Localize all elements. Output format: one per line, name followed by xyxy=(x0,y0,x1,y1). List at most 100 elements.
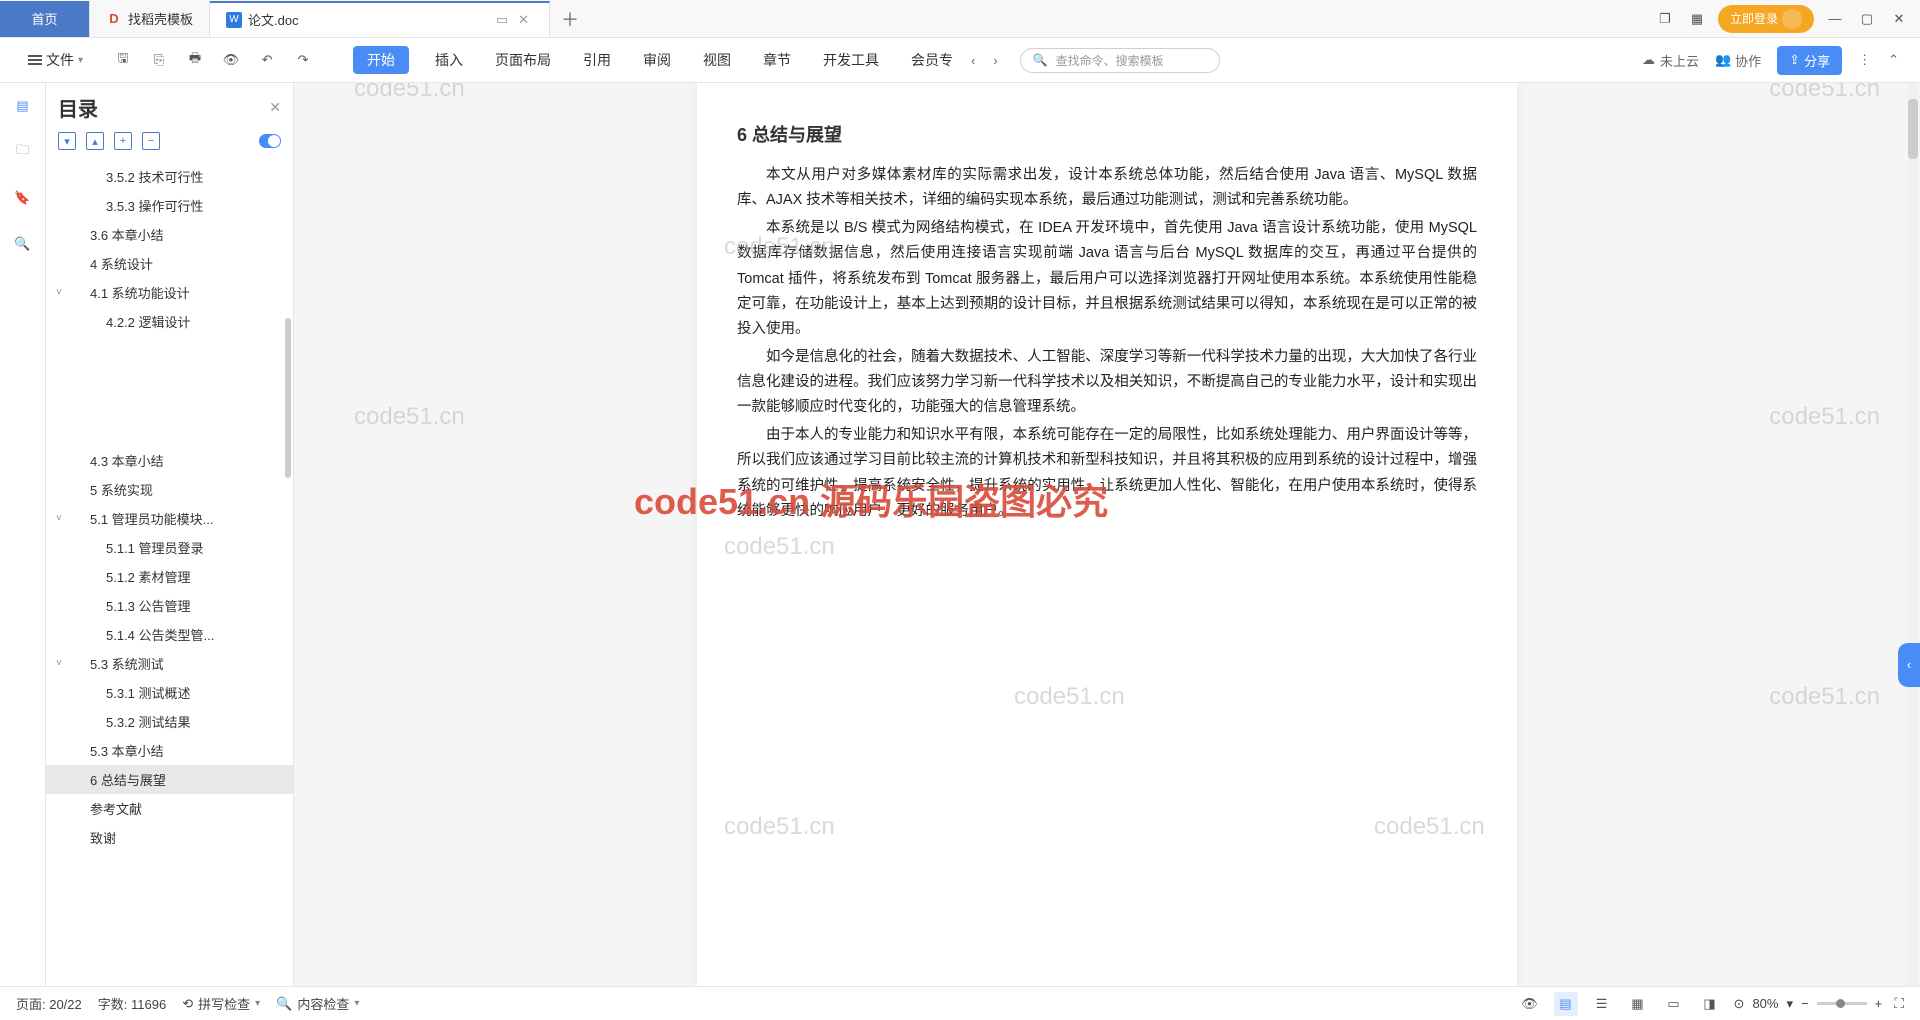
tab-layout[interactable]: 页面布局 xyxy=(489,46,557,74)
outline-item[interactable]: 5.1.1 管理员登录 xyxy=(46,533,293,562)
outline-item[interactable]: 4.3 本章小结 xyxy=(46,446,293,475)
outline-item[interactable]: 3.5.2 技术可行性 xyxy=(46,162,293,191)
outline-item-label: 4.1 系统功能设计 xyxy=(90,283,190,302)
chevron-down-icon[interactable]: ▾ xyxy=(1786,996,1793,1012)
outline-item[interactable]: ˅ 4.1 系统功能设计 xyxy=(46,278,293,307)
tab-insert[interactable]: 插入 xyxy=(429,46,469,74)
preview-icon[interactable]: 👁 xyxy=(219,48,243,72)
chevron-down-icon: ▾ xyxy=(354,998,359,1009)
zoom-slider[interactable] xyxy=(1817,1002,1867,1005)
undo-icon[interactable]: ↶ xyxy=(255,48,279,72)
outline-add-icon[interactable]: + xyxy=(114,132,132,150)
chevron-down-icon[interactable]: ˅ xyxy=(56,513,62,524)
tab-refs[interactable]: 引用 xyxy=(577,46,617,74)
tab-start[interactable]: 开始 xyxy=(353,46,409,74)
tab-template[interactable]: D 找稻壳模板 xyxy=(90,1,210,37)
share-icon: ⇪ xyxy=(1789,52,1800,68)
outline-item[interactable]: 5.3.2 测试结果 xyxy=(46,707,293,736)
save-icon[interactable]: 🖫 xyxy=(111,48,135,72)
outline-scrollbar[interactable] xyxy=(285,318,291,478)
zoom-control: ⊙ 80% ▾ − + xyxy=(1734,996,1883,1012)
spell-check-button[interactable]: ⟲ 拼写检查 ▾ xyxy=(182,994,260,1013)
outline-item[interactable]: 6 总结与展望 xyxy=(46,765,293,794)
page-view-icon[interactable]: ▤ xyxy=(1554,992,1578,1016)
outline-toggle[interactable] xyxy=(259,134,281,148)
outline-item[interactable]: 4 系统设计 xyxy=(46,249,293,278)
tab-view[interactable]: 视图 xyxy=(697,46,737,74)
outline-remove-icon[interactable]: − xyxy=(142,132,160,150)
vertical-scrollbar[interactable] xyxy=(1908,83,1918,986)
outline-item[interactable]: 4.2.2 逻辑设计 xyxy=(46,307,293,336)
tab-member[interactable]: 会员专 xyxy=(905,46,959,74)
outline-view-icon[interactable]: ☰ xyxy=(1590,992,1614,1016)
outline-tools: ▾ ▴ + − xyxy=(46,128,293,158)
web-view-icon[interactable]: ▦ xyxy=(1626,992,1650,1016)
cloud-status-label: 未上云 xyxy=(1660,51,1699,70)
maximize-icon[interactable]: ▢ xyxy=(1856,8,1878,30)
tab-close-icon[interactable]: ✕ xyxy=(514,12,533,28)
folder-rail-icon[interactable]: 🗀 xyxy=(12,141,34,163)
document-area[interactable]: 📄 6 总结与展望 本文从用户对多媒体素材库的实际需求出发，设计本系统总体功能，… xyxy=(294,83,1920,986)
outline-item[interactable]: 5.1.2 素材管理 xyxy=(46,562,293,591)
fullscreen-icon[interactable]: ⛶ xyxy=(1894,995,1904,1012)
outline-item[interactable]: 3.5.3 操作可行性 xyxy=(46,191,293,220)
search-box[interactable]: 🔍 查找命令、搜索模板 xyxy=(1020,48,1220,73)
outline-item[interactable]: 5.1.4 公告类型管... xyxy=(46,620,293,649)
word-count[interactable]: 字数: 11696 xyxy=(98,994,166,1013)
layout1-icon[interactable]: ❐ xyxy=(1654,8,1676,30)
focus-mode-icon[interactable]: 👁 xyxy=(1518,992,1542,1016)
collapse-ribbon-icon[interactable]: ⌃ xyxy=(1888,52,1900,68)
close-icon[interactable]: ✕ xyxy=(1888,8,1910,30)
export-icon[interactable]: ⎘ xyxy=(147,48,171,72)
tab-devtools[interactable]: 开发工具 xyxy=(817,46,885,74)
spell-check-label: 拼写检查 xyxy=(198,994,250,1013)
grid-icon[interactable]: ▦ xyxy=(1686,8,1708,30)
feedback-tab[interactable]: ‹ xyxy=(1898,643,1920,687)
chevron-down-icon[interactable]: ˅ xyxy=(56,658,62,669)
minimize-icon[interactable]: — xyxy=(1824,8,1846,30)
file-menu[interactable]: 文件 ▾ xyxy=(20,50,91,70)
outline-item-label: 6 总结与展望 xyxy=(90,770,166,789)
tab-settings-icon[interactable]: ▭ xyxy=(496,12,508,28)
bookmark-rail-icon[interactable]: 🔖 xyxy=(12,187,34,209)
reading-view-icon[interactable]: ▭ xyxy=(1662,992,1686,1016)
collab-button[interactable]: 👥 协作 xyxy=(1715,51,1761,70)
outline-item[interactable]: 5.1.3 公告管理 xyxy=(46,591,293,620)
outline-collapse-all-icon[interactable]: ▾ xyxy=(58,132,76,150)
outline-close-icon[interactable]: ✕ xyxy=(269,99,281,116)
outline-list[interactable]: 3.5.2 技术可行性3.5.3 操作可行性3.6 本章小结4 系统设计 ˅ 4.1… xyxy=(46,158,293,986)
outline-item[interactable]: 5.3.1 测试概述 xyxy=(46,678,293,707)
tab-review[interactable]: 审阅 xyxy=(637,46,677,74)
new-tab-button[interactable]: ＋ xyxy=(550,6,590,32)
outline-item[interactable]: 5.3 本章小结 xyxy=(46,736,293,765)
zoom-out-icon[interactable]: − xyxy=(1801,996,1809,1011)
print-icon[interactable]: 🖶 xyxy=(183,48,207,72)
ribbon-scroll-left[interactable]: ‹ xyxy=(965,53,981,68)
share-button[interactable]: ⇪ 分享 xyxy=(1777,46,1842,75)
cloud-status[interactable]: ☁ 未上云 xyxy=(1642,51,1699,70)
outline-item[interactable]: 致谢 xyxy=(46,823,293,852)
tab-chapter[interactable]: 章节 xyxy=(757,46,797,74)
sidepane-view-icon[interactable]: ◨ xyxy=(1698,992,1722,1016)
outline-item[interactable]: ˅5.3 系统测试 xyxy=(46,649,293,678)
content-check-button[interactable]: 🔍 内容检查 ▾ xyxy=(276,994,359,1013)
redo-icon[interactable]: ↷ xyxy=(291,48,315,72)
search-rail-icon[interactable]: 🔍 xyxy=(12,233,34,255)
outline-rail-icon[interactable]: ▤ xyxy=(12,95,34,117)
tab-home[interactable]: 首页 xyxy=(0,1,90,37)
zoom-reset-icon[interactable]: ⊙ xyxy=(1734,996,1745,1012)
zoom-in-icon[interactable]: + xyxy=(1875,996,1883,1011)
outline-item[interactable]: 5 系统实现 xyxy=(46,475,293,504)
ribbon-scroll-right[interactable]: › xyxy=(987,53,1003,68)
outline-item[interactable]: ˅5.1 管理员功能模块... xyxy=(46,504,293,533)
outline-expand-all-icon[interactable]: ▴ xyxy=(86,132,104,150)
outline-item[interactable]: 3.6 本章小结 xyxy=(46,220,293,249)
login-button[interactable]: 立即登录 xyxy=(1718,5,1814,33)
zoom-level[interactable]: 80% xyxy=(1752,996,1778,1011)
chevron-down-icon[interactable]: ˅ xyxy=(56,287,62,298)
outline-item-label: 致谢 xyxy=(90,828,116,847)
outline-item[interactable]: 参考文献 xyxy=(46,794,293,823)
page-indicator[interactable]: 页面: 20/22 xyxy=(16,994,82,1013)
more-icon[interactable]: ⋮ xyxy=(1858,52,1872,68)
tab-document[interactable]: W 论文.doc ▭ ✕ xyxy=(210,1,550,37)
